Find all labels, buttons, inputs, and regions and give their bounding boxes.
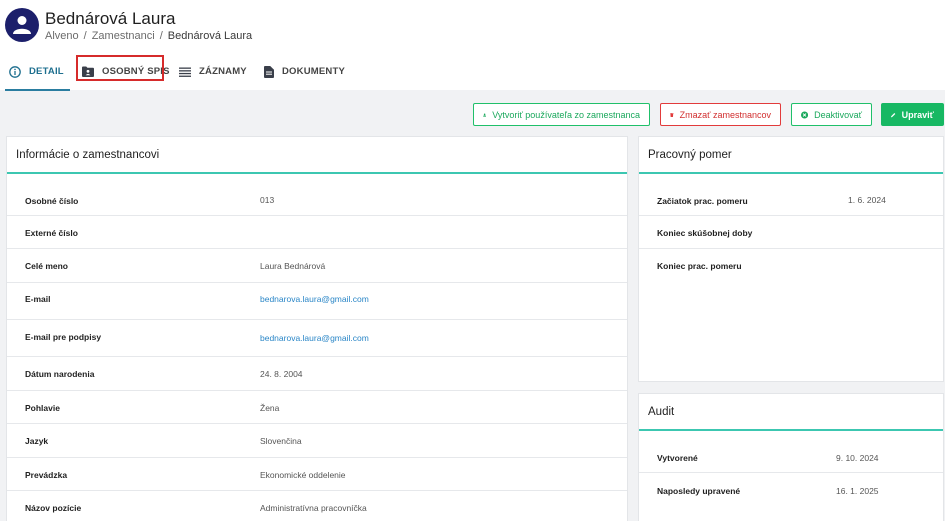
info-label: Dátum narodenia xyxy=(25,369,95,379)
breadcrumb: Alveno / Zamestnanci / Bednárová Laura xyxy=(45,30,253,42)
tab-dokumenty-label: DOKUMENTY xyxy=(282,66,346,77)
close-circle-icon xyxy=(801,110,809,119)
audit-value: 16. 1. 2025 xyxy=(836,486,879,496)
info-label: Jazyk xyxy=(25,436,49,446)
tab-highlight-box xyxy=(76,55,164,81)
employment-label: Koniec prac. pomeru xyxy=(657,261,742,271)
breadcrumb-current: Bednárová Laura xyxy=(167,30,253,42)
info-row: Celé meno Laura Bednárová xyxy=(7,249,627,283)
info-row: E-mail pre podpisy bednarova.laura@gmail… xyxy=(7,320,627,357)
info-value: Laura Bednárová xyxy=(260,261,326,271)
info-value: 013 xyxy=(260,195,275,205)
email-link[interactable]: bednarova.laura@gmail.com xyxy=(260,294,369,304)
info-value: Administratívna pracovníčka xyxy=(260,503,367,513)
edit-button[interactable]: Upraviť xyxy=(881,103,944,126)
employment-card: Pracovný pomer Začiatok prac. pomeru 1. … xyxy=(638,136,944,382)
audit-card: Audit Vytvorené 9. 10. 2024 Naposledy up… xyxy=(638,393,944,521)
breadcrumb-alveno[interactable]: Alveno xyxy=(45,30,79,42)
info-row: Prevádzka Ekonomické oddelenie xyxy=(7,458,627,491)
info-label: E-mail xyxy=(25,294,51,304)
tab-detail-label: DETAIL xyxy=(29,66,64,77)
list-icon xyxy=(179,67,191,77)
info-row: Osobné číslo 013 xyxy=(7,182,627,216)
info-row: E-mail bednarova.laura@gmail.com xyxy=(7,283,627,320)
tab-active-underline xyxy=(5,89,70,91)
info-label: Osobné číslo xyxy=(25,196,79,206)
trash-icon xyxy=(670,112,674,117)
info-value: Slovenčina xyxy=(260,436,302,446)
info-label: Názov pozície xyxy=(25,503,82,513)
deactivate-label: Deaktivovať xyxy=(814,109,862,120)
tab-zaznamy[interactable]: ZÁZNAMY xyxy=(179,55,247,88)
create-user-button[interactable]: Vytvoriť používateľa zo zamestnanca xyxy=(473,103,650,126)
deactivate-button[interactable]: Deaktivovať xyxy=(791,103,872,126)
info-label: Celé meno xyxy=(25,261,68,271)
tab-dokumenty[interactable]: DOKUMENTY xyxy=(264,55,345,88)
employment-row: Koniec skúšobnej doby xyxy=(639,216,943,249)
info-row: Pohlavie Žena xyxy=(7,391,627,424)
page-title: Bednárová Laura xyxy=(45,9,176,28)
audit-row: Vytvorené 9. 10. 2024 xyxy=(639,439,943,473)
info-row: Názov pozície Administratívna pracovníčk… xyxy=(7,491,627,521)
delete-employee-button[interactable]: Zmazať zamestnancov xyxy=(660,103,781,126)
info-row: Jazyk Slovenčina xyxy=(7,424,627,458)
create-user-label: Vytvoriť používateľa zo zamestnanca xyxy=(492,109,640,120)
document-icon xyxy=(264,65,274,78)
audit-row: Naposledy upravené 16. 1. 2025 xyxy=(639,473,943,507)
tab-zaznamy-label: ZÁZNAMY xyxy=(199,66,247,77)
signature-email-link[interactable]: bednarova.laura@gmail.com xyxy=(260,333,369,343)
info-row: Externé číslo xyxy=(7,216,627,249)
delete-employee-label: Zmazať zamestnancov xyxy=(679,109,771,120)
info-value: Ekonomické oddelenie xyxy=(260,470,346,480)
pencil-icon xyxy=(891,112,896,117)
employment-label: Koniec skúšobnej doby xyxy=(657,228,753,238)
employment-row: Začiatok prac. pomeru 1. 6. 2024 xyxy=(639,182,943,216)
audit-value: 9. 10. 2024 xyxy=(836,453,879,463)
info-row: Dátum narodenia 24. 8. 2004 xyxy=(7,357,627,391)
breadcrumb-zamestnanci[interactable]: Zamestnanci xyxy=(92,30,155,42)
avatar xyxy=(5,8,39,42)
employee-info-title: Informácie o zamestnancovi xyxy=(7,137,627,174)
employment-label: Začiatok prac. pomeru xyxy=(657,196,748,206)
audit-label: Vytvorené xyxy=(657,453,698,463)
info-label: E-mail pre podpisy xyxy=(25,332,102,342)
employment-value: 1. 6. 2024 xyxy=(848,195,886,205)
info-value: Žena xyxy=(260,403,280,413)
audit-title: Audit xyxy=(639,394,943,431)
info-value: 24. 8. 2004 xyxy=(260,369,303,379)
employment-row: Koniec prac. pomeru xyxy=(639,249,943,283)
edit-label: Upraviť xyxy=(901,109,934,120)
tab-detail[interactable]: DETAIL xyxy=(5,55,70,91)
info-label: Externé číslo xyxy=(25,228,78,238)
audit-label: Naposledy upravené xyxy=(657,486,741,496)
info-icon xyxy=(9,65,21,78)
info-label: Prevádzka xyxy=(25,470,68,480)
user-icon xyxy=(13,16,31,34)
user-icon xyxy=(483,113,487,117)
employee-info-card: Informácie o zamestnancovi Osobné číslo … xyxy=(6,136,628,521)
employment-title: Pracovný pomer xyxy=(639,137,943,174)
info-label: Pohlavie xyxy=(25,403,60,413)
